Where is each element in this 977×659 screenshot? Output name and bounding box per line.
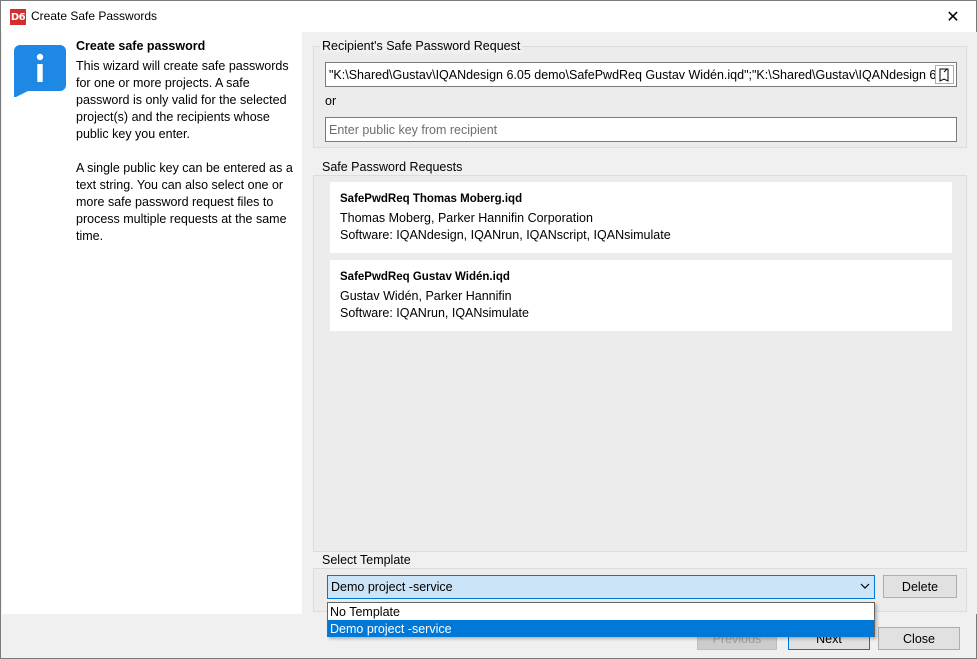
request-files-input[interactable]: "K:\Shared\Gustav\IQANdesign 6.05 demo\S… bbox=[325, 62, 957, 87]
template-selected-value: Demo project -service bbox=[331, 580, 453, 594]
open-file-icon bbox=[939, 68, 949, 82]
template-option-demo-project[interactable]: Demo project -service bbox=[328, 620, 874, 637]
intro-panel: Create safe password This wizard will cr… bbox=[2, 32, 302, 614]
intro-paragraph-2: A single public key can be entered as a … bbox=[76, 161, 293, 243]
close-icon: ✕ bbox=[946, 8, 960, 26]
request-software: Software: IQANdesign, IQANrun, IQANscrip… bbox=[340, 228, 671, 242]
template-select[interactable]: Demo project -service bbox=[327, 575, 875, 599]
template-dropdown-list: No Template Demo project -service bbox=[327, 602, 875, 637]
recipient-group-label: Recipient's Safe Password Request bbox=[320, 39, 523, 53]
request-file-name: SafePwdReq Thomas Moberg.iqd bbox=[340, 193, 523, 205]
close-button[interactable]: Close bbox=[878, 627, 960, 650]
request-files-value: "K:\Shared\Gustav\IQANdesign 6.05 demo\S… bbox=[329, 67, 956, 82]
title-bar: D6 Create Safe Passwords ✕ bbox=[1, 1, 976, 32]
request-person: Gustav Widén, Parker Hannifin bbox=[340, 289, 512, 303]
request-person: Thomas Moberg, Parker Hannifin Corporati… bbox=[340, 211, 593, 225]
requests-group-label: Safe Password Requests bbox=[320, 160, 465, 174]
close-window-button[interactable]: ✕ bbox=[930, 1, 976, 32]
public-key-input[interactable]: Enter public key from recipient bbox=[325, 117, 957, 142]
request-item[interactable]: SafePwdReq Thomas Moberg.iqd Thomas Mobe… bbox=[330, 182, 952, 253]
or-label: or bbox=[325, 94, 337, 108]
wizard-content: Recipient's Safe Password Request "K:\Sh… bbox=[302, 32, 977, 650]
window-title: Create Safe Passwords bbox=[31, 9, 158, 23]
delete-template-button[interactable]: Delete bbox=[883, 575, 957, 598]
intro-title: Create safe password bbox=[76, 39, 206, 53]
request-item[interactable]: SafePwdReq Gustav Widén.iqd Gustav Widén… bbox=[330, 260, 952, 331]
app-icon: D6 bbox=[10, 9, 26, 25]
browse-files-button[interactable] bbox=[935, 65, 954, 84]
template-group-label: Select Template bbox=[320, 553, 413, 567]
intro-paragraph-1: This wizard will create safe passwords f… bbox=[76, 59, 289, 141]
info-icon bbox=[14, 45, 66, 97]
chevron-down-icon bbox=[860, 583, 870, 589]
request-file-name: SafePwdReq Gustav Widén.iqd bbox=[340, 271, 510, 283]
create-safe-passwords-window: D6 Create Safe Passwords ✕ Create safe p… bbox=[0, 0, 977, 659]
request-software: Software: IQANrun, IQANsimulate bbox=[340, 306, 529, 320]
template-option-no-template[interactable]: No Template bbox=[328, 603, 874, 620]
public-key-placeholder: Enter public key from recipient bbox=[329, 122, 498, 137]
